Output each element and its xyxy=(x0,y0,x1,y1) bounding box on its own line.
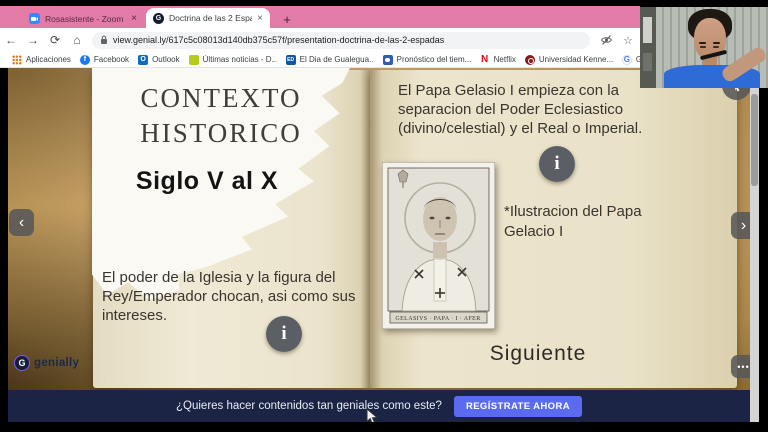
right-paragraph: El Papa Gelasio I empieza con la separac… xyxy=(398,81,654,138)
bookmark-noticias[interactable]: Últimas noticias - D... xyxy=(189,55,277,65)
genially-logo[interactable]: G genially xyxy=(14,355,79,371)
eldia-icon: ED xyxy=(286,55,296,65)
bookmark-universidad[interactable]: Universidad Kenne... xyxy=(525,55,613,65)
page-content: CONTEXTO HISTORICO Siglo V al X El poder… xyxy=(8,68,750,422)
image-caption: *Ilustracion del Papa Gelacio I xyxy=(504,202,644,241)
tab-title: Rosasistente - Zoom xyxy=(45,14,126,24)
bookmark-aplicaciones[interactable]: Aplicaciones xyxy=(12,55,71,65)
info-button-left[interactable]: i xyxy=(266,316,302,352)
mouse-cursor-icon xyxy=(366,408,378,422)
university-icon xyxy=(525,55,535,65)
new-tab-button[interactable]: + xyxy=(280,12,294,26)
weather-icon xyxy=(383,55,393,65)
next-slide-label: Siguiente xyxy=(463,342,613,366)
tab-close-icon[interactable]: × xyxy=(131,13,137,24)
netflix-icon: N xyxy=(480,55,490,65)
outlook-icon: O xyxy=(138,55,148,65)
book-fold-shadow xyxy=(360,70,382,388)
news-icon xyxy=(189,55,199,65)
url-text: view.genial.ly/617c5c08013d140db375c57f/… xyxy=(113,35,444,45)
pope-plate-text: GELASIVS · PAPA · I · AFER xyxy=(395,316,480,322)
tab-title: Doctrina de las 2 Espadas por M xyxy=(169,13,252,23)
home-button[interactable]: ⌂ xyxy=(66,33,88,47)
tab-zoom[interactable]: Rosasistente - Zoom × xyxy=(22,9,144,28)
bookmark-eldia[interactable]: ED El Dia de Gualegua... xyxy=(286,55,374,65)
bookmark-star-icon[interactable]: ☆ xyxy=(623,34,633,47)
back-button[interactable]: ← xyxy=(0,33,22,47)
next-slide-button[interactable]: › xyxy=(731,212,750,239)
apps-grid-icon xyxy=(12,55,22,65)
bookmark-facebook[interactable]: f Facebook xyxy=(80,55,129,65)
video-frame: Rosasistente - Zoom × G Doctrina de las … xyxy=(0,0,768,432)
scrollbar-thumb[interactable] xyxy=(751,94,758,186)
tab-close-icon[interactable]: × xyxy=(257,13,263,24)
webcam-overlay xyxy=(640,0,768,88)
zoom-favicon-icon xyxy=(29,13,40,24)
scrollbar[interactable] xyxy=(750,68,759,422)
more-options-button[interactable]: ••• xyxy=(731,355,750,378)
reload-button[interactable]: ⟳ xyxy=(44,33,66,47)
forward-button[interactable]: → xyxy=(22,33,44,47)
tab-genially[interactable]: G Doctrina de las 2 Espadas por M × xyxy=(146,8,270,28)
slide-title: CONTEXTO HISTORICO xyxy=(92,68,350,150)
webcam-background-shelf xyxy=(640,7,656,88)
address-bar[interactable]: view.genial.ly/617c5c08013d140db375c57f/… xyxy=(92,32,590,49)
webcam-video xyxy=(640,7,768,88)
google-icon: G xyxy=(622,55,632,65)
bookmark-netflix[interactable]: N Netflix xyxy=(480,55,516,65)
genially-favicon-icon: G xyxy=(153,13,164,24)
left-paragraph: El poder de la Iglesia y la figura del R… xyxy=(102,268,360,325)
promo-banner: ¿Quieres hacer contenidos tan geniales c… xyxy=(8,390,750,422)
prev-slide-button[interactable]: ‹ xyxy=(9,209,34,236)
pope-gelasius-illustration: GELASIVS · PAPA · I · AFER xyxy=(382,162,495,329)
genially-logo-icon: G xyxy=(14,355,30,371)
banner-text: ¿Quieres hacer contenidos tan geniales c… xyxy=(176,400,442,412)
hide-eye-icon[interactable] xyxy=(600,34,613,46)
lock-icon xyxy=(100,35,108,45)
facebook-icon: f xyxy=(80,55,90,65)
info-button-right[interactable]: i xyxy=(539,146,575,182)
bookmark-outlook[interactable]: O Outlook xyxy=(138,55,180,65)
bookmark-pronostico[interactable]: Pronóstico del tiem... xyxy=(383,55,471,65)
register-button[interactable]: REGÍSTRATE AHORA xyxy=(454,396,582,417)
